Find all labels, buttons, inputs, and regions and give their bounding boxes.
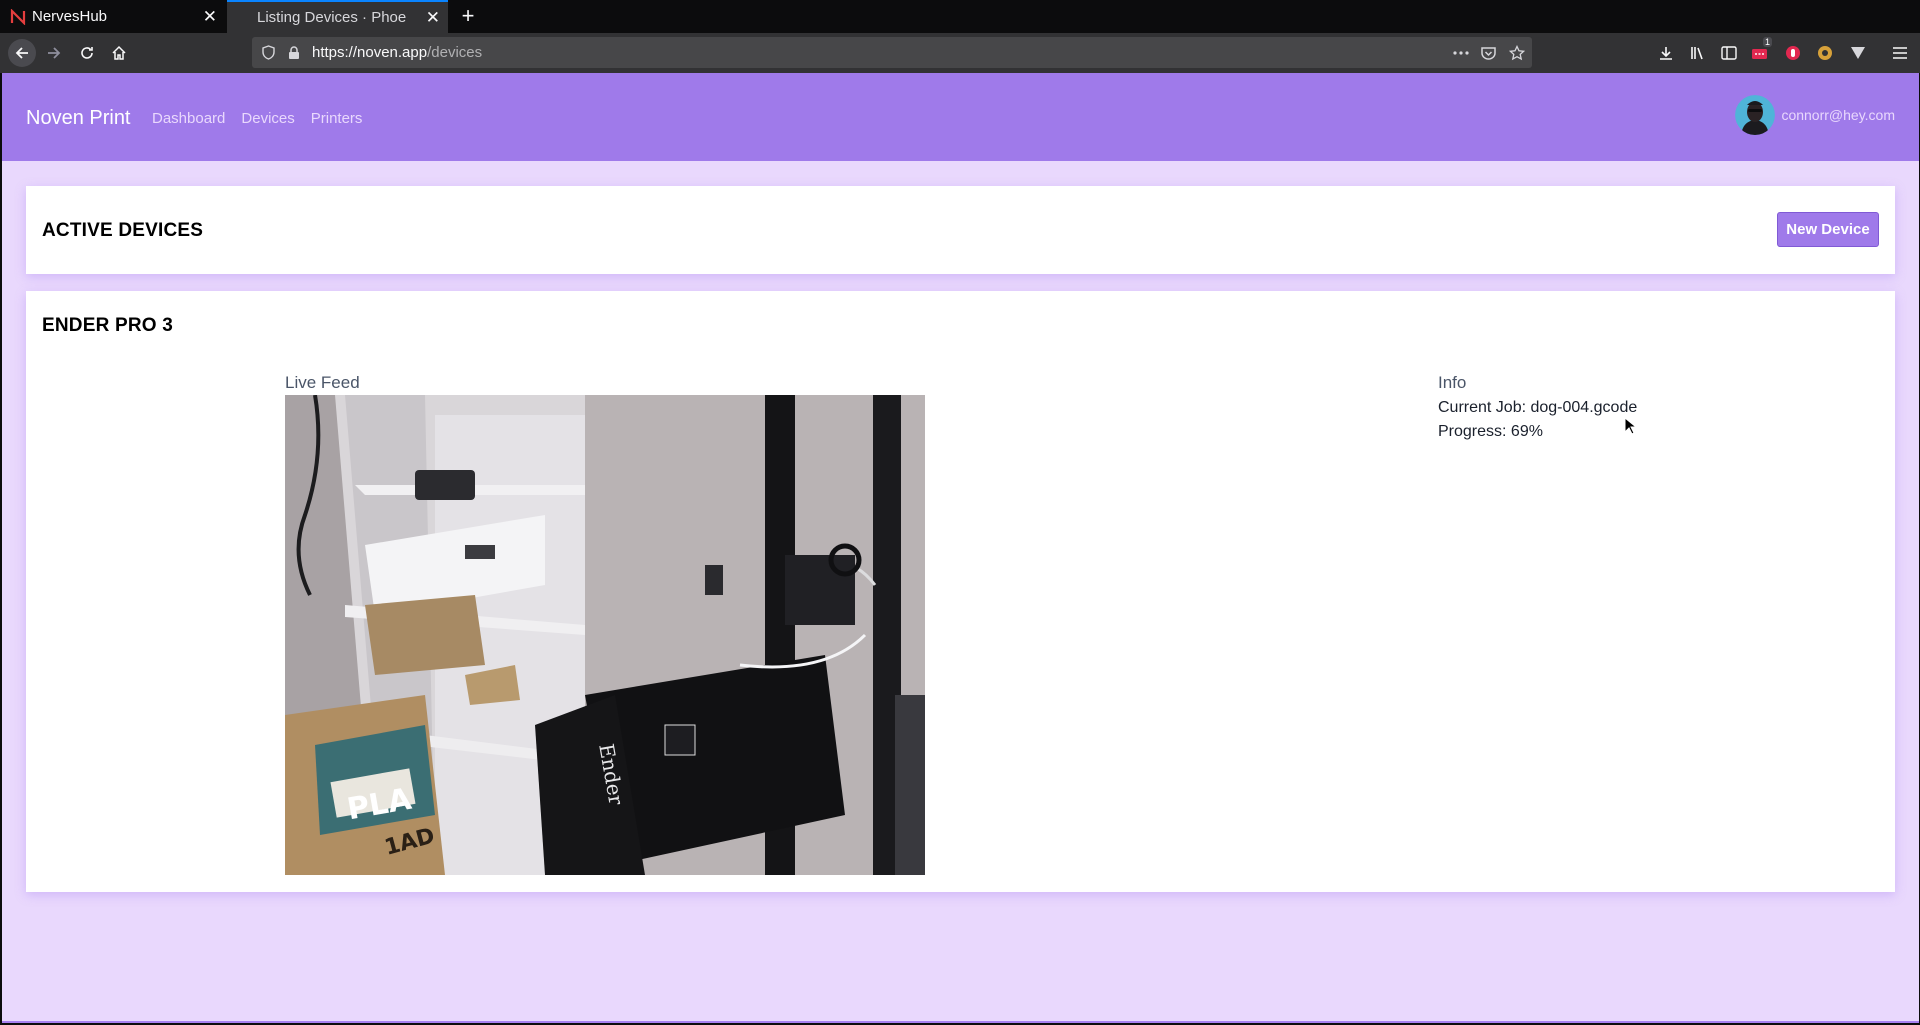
bookmark-star-icon[interactable] xyxy=(1508,44,1525,61)
active-devices-card: ACTIVE DEVICES New Device xyxy=(26,186,1895,274)
user-menu[interactable]: connorr@hey.com xyxy=(1735,95,1895,135)
navigation-toolbar: https://noven.app/devices 1 xyxy=(0,33,1920,73)
home-icon[interactable] xyxy=(105,39,133,67)
main-nav: Dashboard Devices Printers xyxy=(152,110,362,127)
device-name: ENDER PRO 3 xyxy=(42,315,174,336)
url-path: /devices xyxy=(427,44,483,61)
live-feed-image: PLA 1AD Ender xyxy=(285,395,925,875)
page-viewport: Noven Print Dashboard Devices Printers c… xyxy=(2,73,1919,1023)
extension-filter-icon[interactable] xyxy=(1848,43,1868,63)
nav-devices[interactable]: Devices xyxy=(241,110,294,127)
downloads-icon[interactable] xyxy=(1656,43,1676,63)
new-tab-icon[interactable]: + xyxy=(455,4,481,30)
extension-badge-count: 1 xyxy=(1763,37,1773,47)
new-device-button[interactable]: New Device xyxy=(1777,212,1879,247)
tab-strip: NervesHub ✕ Listing Devices · Phoenix ✕ … xyxy=(0,0,1920,33)
library-icon[interactable] xyxy=(1688,43,1708,63)
url-text[interactable]: https://noven.app/devices xyxy=(312,44,482,61)
tab-title: NervesHub xyxy=(32,8,108,25)
live-feed-label: Live Feed xyxy=(285,373,360,392)
tab-nerveshub[interactable]: NervesHub ✕ xyxy=(0,0,225,33)
forward-icon[interactable] xyxy=(40,39,68,67)
tab-listing-devices[interactable]: Listing Devices · Phoenix ✕ xyxy=(227,0,448,33)
app-header: Noven Print Dashboard Devices Printers c… xyxy=(2,73,1919,161)
shield-icon[interactable] xyxy=(260,44,277,61)
page-title: ACTIVE DEVICES xyxy=(42,220,204,241)
progress-text: Progress: 69% xyxy=(1438,423,1543,440)
back-icon[interactable] xyxy=(8,39,36,67)
extension-gold-icon[interactable] xyxy=(1815,43,1835,63)
menu-icon[interactable] xyxy=(1890,43,1910,63)
avatar[interactable] xyxy=(1735,95,1776,135)
extension-red-icon[interactable] xyxy=(1783,43,1803,63)
sidebar-icon[interactable] xyxy=(1719,43,1739,63)
page-actions-icon[interactable] xyxy=(1452,44,1469,61)
info-label: Info xyxy=(1438,373,1467,392)
current-job-text: Current Job: dog-004.gcode xyxy=(1438,399,1638,416)
close-tab-icon[interactable]: ✕ xyxy=(426,9,440,26)
nav-dashboard[interactable]: Dashboard xyxy=(152,110,225,127)
extension-badge-icon[interactable]: 1 xyxy=(1751,37,1773,63)
mouse-cursor-icon xyxy=(1624,417,1636,435)
device-card: ENDER PRO 3 Live Feed PLA 1AD Ender Info… xyxy=(26,291,1895,892)
address-bar[interactable]: https://noven.app/devices xyxy=(252,37,1532,68)
nav-printers[interactable]: Printers xyxy=(311,110,363,127)
user-email[interactable]: connorr@hey.com xyxy=(1781,107,1895,123)
tab-title: Listing Devices · Phoenix xyxy=(257,9,407,26)
brand-logo[interactable]: Noven Print xyxy=(26,107,131,130)
lock-icon[interactable] xyxy=(285,44,302,61)
url-host: https://noven.app xyxy=(312,44,428,61)
close-tab-icon[interactable]: ✕ xyxy=(203,8,217,25)
pocket-icon[interactable] xyxy=(1480,44,1497,61)
reload-icon[interactable] xyxy=(73,39,101,67)
nerveshub-favicon-icon xyxy=(10,8,26,25)
